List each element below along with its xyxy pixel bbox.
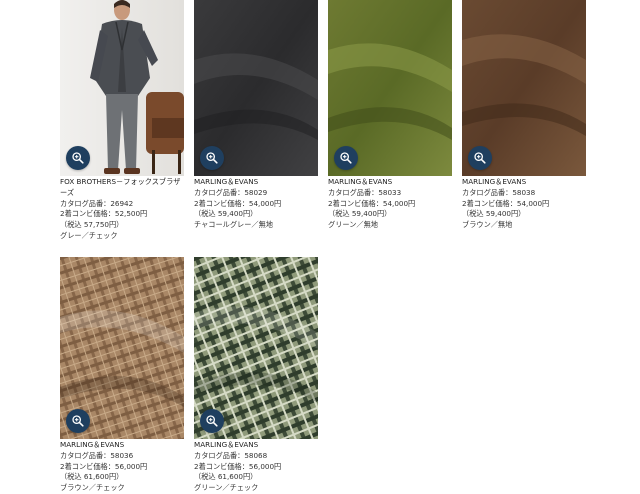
product-card[interactable]: FOX BROTHERS－フォックスブラザーズ カタログ品番：26942 2着コ… xyxy=(60,0,184,242)
product-brand: MARLING＆EVANS xyxy=(328,177,393,186)
zoom-button[interactable] xyxy=(468,146,492,170)
zoom-button[interactable] xyxy=(200,146,224,170)
product-info: MARLING＆EVANS カタログ品番：58033 2着コンビ価格：54,00… xyxy=(328,177,452,231)
zoom-button[interactable] xyxy=(334,146,358,170)
product-color: グレー／チェック xyxy=(60,230,118,240)
product-price: 2着コンビ価格：54,000円 xyxy=(462,198,550,208)
product-brand: MARLING＆EVANS xyxy=(194,177,259,186)
product-price-tax: （税込 59,400円） xyxy=(462,209,526,219)
zoom-in-icon xyxy=(72,415,84,427)
zoom-button[interactable] xyxy=(200,409,224,433)
product-price-tax: （税込 61,600円） xyxy=(194,472,258,482)
product-price: 2着コンビ価格：56,000円 xyxy=(60,461,148,471)
product-price: 2着コンビ価格：56,000円 xyxy=(194,461,282,471)
product-image[interactable] xyxy=(462,0,586,176)
product-brand: MARLING＆EVANS xyxy=(462,177,527,186)
product-image[interactable] xyxy=(328,0,452,176)
product-brand: FOX BROTHERS－フォックスブラザーズ xyxy=(60,177,181,197)
product-image[interactable] xyxy=(194,257,318,439)
product-color: グリーン／無地 xyxy=(328,220,378,230)
product-brand: MARLING＆EVANS xyxy=(60,440,125,449)
product-catalog-number: カタログ品番：58029 xyxy=(194,187,268,197)
product-image[interactable] xyxy=(60,257,184,439)
product-price-tax: （税込 59,400円） xyxy=(194,209,258,219)
product-image[interactable] xyxy=(60,0,184,176)
product-info: FOX BROTHERS－フォックスブラザーズ カタログ品番：26942 2着コ… xyxy=(60,177,184,242)
product-catalog-number: カタログ品番：26942 xyxy=(60,198,134,208)
product-catalog-number: カタログ品番：58038 xyxy=(462,187,536,197)
product-info: MARLING＆EVANS カタログ品番：58038 2着コンビ価格：54,00… xyxy=(462,177,586,231)
product-catalog-number: カタログ品番：58036 xyxy=(60,450,134,460)
zoom-button[interactable] xyxy=(66,409,90,433)
product-card[interactable]: MARLING＆EVANS カタログ品番：58068 2着コンビ価格：56,00… xyxy=(194,257,318,494)
zoom-in-icon xyxy=(206,152,218,164)
product-info: MARLING＆EVANS カタログ品番：58036 2着コンビ価格：56,00… xyxy=(60,440,184,494)
zoom-in-icon xyxy=(72,152,84,164)
zoom-in-icon xyxy=(206,415,218,427)
product-price: 2着コンビ価格：54,000円 xyxy=(194,198,282,208)
product-color: グリーン／チェック xyxy=(194,483,259,493)
product-brand: MARLING＆EVANS xyxy=(194,440,259,449)
product-price: 2着コンビ価格：54,000円 xyxy=(328,198,416,208)
product-price-tax: （税込 61,600円） xyxy=(60,472,124,482)
zoom-in-icon xyxy=(474,152,486,164)
product-grid: FOX BROTHERS－フォックスブラザーズ カタログ品番：26942 2着コ… xyxy=(60,0,590,492)
product-card[interactable]: MARLING＆EVANS カタログ品番：58029 2着コンビ価格：54,00… xyxy=(194,0,318,231)
product-price-tax: （税込 59,400円） xyxy=(328,209,392,219)
product-info: MARLING＆EVANS カタログ品番：58068 2着コンビ価格：56,00… xyxy=(194,440,318,494)
product-card[interactable]: MARLING＆EVANS カタログ品番：58033 2着コンビ価格：54,00… xyxy=(328,0,452,231)
product-price: 2着コンビ価格：52,500円 xyxy=(60,209,148,219)
product-image[interactable] xyxy=(194,0,318,176)
product-card[interactable]: MARLING＆EVANS カタログ品番：58038 2着コンビ価格：54,00… xyxy=(462,0,586,231)
zoom-in-icon xyxy=(340,152,352,164)
zoom-button[interactable] xyxy=(66,146,90,170)
product-catalog-number: カタログ品番：58068 xyxy=(194,450,268,460)
product-catalog-number: カタログ品番：58033 xyxy=(328,187,402,197)
product-color: ブラウン／無地 xyxy=(462,220,513,230)
product-card[interactable]: MARLING＆EVANS カタログ品番：58036 2着コンビ価格：56,00… xyxy=(60,257,184,494)
product-color: ブラウン／チェック xyxy=(60,483,125,493)
product-info: MARLING＆EVANS カタログ品番：58029 2着コンビ価格：54,00… xyxy=(194,177,318,231)
product-color: チャコールグレー／無地 xyxy=(194,220,273,230)
product-price-tax: （税込 57,750円） xyxy=(60,220,124,230)
